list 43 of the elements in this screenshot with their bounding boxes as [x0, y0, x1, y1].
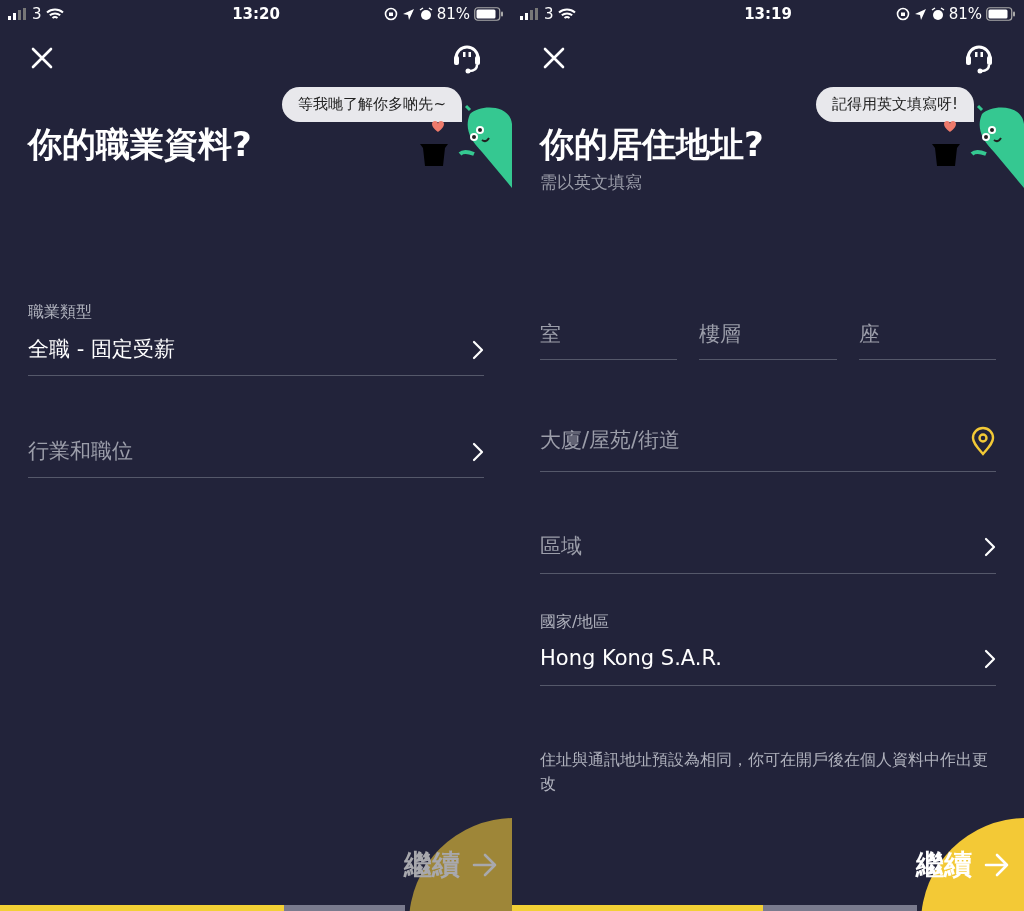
text-field[interactable]: 座 [858, 309, 996, 360]
speech-bubble: 等我哋了解你多啲先~ [282, 87, 462, 122]
speech-bubble: 記得用英文填寫呀! [816, 87, 974, 122]
location-arrow-icon [401, 7, 415, 21]
field-label: 職業類型 [28, 301, 93, 323]
chevron-icon [472, 339, 484, 360]
wifi-icon [45, 7, 64, 21]
select-field[interactable]: 行業和職位 [28, 426, 484, 478]
carrier-label: 3 [544, 3, 554, 25]
carrier-label: 3 [32, 3, 42, 25]
clock-time: 13:19 [744, 3, 792, 25]
field-label: 國家/地區 [540, 610, 611, 633]
close-icon[interactable] [542, 46, 566, 70]
battery-icon [986, 7, 1016, 21]
text-field[interactable]: 樓層 [699, 309, 837, 360]
arrow-right-icon [984, 853, 1010, 877]
clock-time: 13:20 [232, 3, 280, 25]
address-field[interactable]: 大廈/屋苑/街道 [540, 425, 970, 457]
page-subtitle: 需以英文填寫 [540, 171, 643, 194]
battery-icon [474, 7, 504, 21]
battery-percent: 81% [948, 3, 982, 25]
arrow-right-icon [472, 853, 498, 877]
signal-icon [520, 8, 540, 20]
location-pin-icon[interactable] [970, 426, 996, 456]
chevron-icon [984, 649, 996, 669]
signal-icon [8, 8, 28, 20]
address-note: 住址與通訊地址預設為相同，你可在開戶後在個人資料中作出更改 [540, 749, 989, 795]
select-field[interactable]: Hong Kong S.A.R. [540, 633, 996, 686]
location-arrow-icon [913, 7, 927, 21]
alarm-icon [930, 7, 945, 21]
chevron-icon [984, 537, 996, 557]
page-title: 你的居住地址? [540, 123, 765, 166]
alarm-icon [418, 7, 433, 21]
text-field[interactable]: 室 [540, 309, 678, 360]
rotation-lock-icon [383, 7, 398, 21]
close-icon[interactable] [30, 46, 54, 70]
select-field[interactable]: 全職 - 固定受薪 [28, 324, 484, 376]
rotation-lock-icon [895, 7, 910, 21]
chevron-icon [472, 441, 484, 462]
page-title: 你的職業資料? [28, 123, 253, 166]
wifi-icon [557, 7, 576, 21]
battery-percent: 81% [436, 3, 470, 25]
select-field[interactable]: 區域 [540, 521, 996, 574]
